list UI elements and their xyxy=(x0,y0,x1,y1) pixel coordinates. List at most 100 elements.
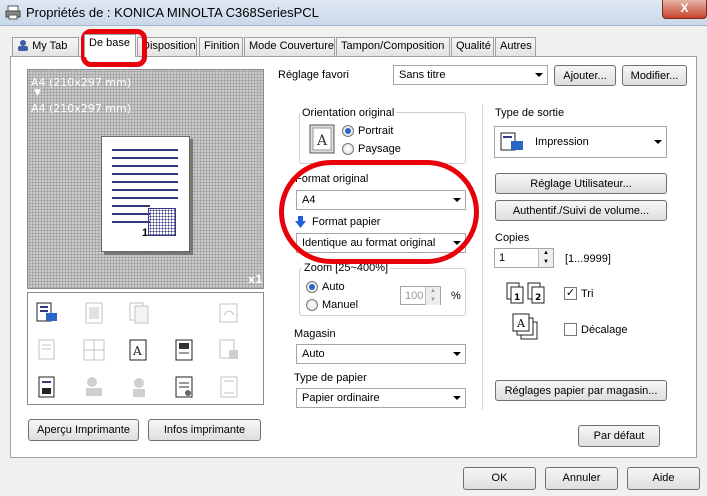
account-track-icon[interactable] xyxy=(128,375,150,399)
tab-label: Tampon/Composition xyxy=(341,40,445,52)
tab-finition[interactable]: Finition xyxy=(199,37,243,56)
preview-arrow: ▼ xyxy=(34,88,41,98)
original-format-label: Format original xyxy=(295,173,369,185)
default-button[interactable]: Par défaut xyxy=(578,425,660,447)
paper-type-label: Type de papier xyxy=(294,372,367,384)
zoom-auto-label: Auto xyxy=(322,281,345,293)
user-settings-button[interactable]: Réglage Utilisateur... xyxy=(495,173,667,194)
cancel-button[interactable]: Annuler xyxy=(545,467,618,490)
offset-label: Décalage xyxy=(581,324,628,336)
paper-format-select[interactable]: Identique au format original xyxy=(296,233,466,253)
paper-type-value: Papier ordinaire xyxy=(302,392,380,404)
edit-favorite-button[interactable]: Modifier... xyxy=(622,65,687,86)
favorite-select[interactable]: Sans titre xyxy=(393,65,548,85)
tab-label: My Tab xyxy=(32,40,68,52)
collate-label: Tri xyxy=(581,288,594,300)
printer-info-button[interactable]: Infos imprimante xyxy=(148,419,261,441)
output-type-value: Impression xyxy=(535,136,589,148)
user-icon xyxy=(18,40,28,51)
divider xyxy=(482,104,483,410)
window-title: Propriétés de : KONICA MINOLTA C368Serie… xyxy=(26,5,319,20)
n-up-icon[interactable] xyxy=(83,338,105,362)
chevron-down-icon xyxy=(453,241,461,245)
svg-text:2: 2 xyxy=(535,293,541,303)
preview-page: 1 xyxy=(101,136,190,252)
user-auth-icon[interactable] xyxy=(83,375,105,399)
function-icon-grid: A xyxy=(27,292,264,405)
print-output-icon[interactable] xyxy=(36,301,58,325)
ok-button[interactable]: OK xyxy=(463,467,536,490)
favorite-value: Sans titre xyxy=(399,69,446,81)
tab-label: Autres xyxy=(500,40,532,52)
zoom-unit: % xyxy=(451,290,461,302)
offset-checkbox[interactable] xyxy=(564,323,577,336)
booklet-icon[interactable] xyxy=(83,301,105,325)
rotate-page-icon[interactable] xyxy=(218,301,240,325)
output-type-label: Type de sortie xyxy=(495,107,565,119)
header-footer-icon[interactable] xyxy=(218,375,240,399)
tab-qualite[interactable]: Qualité xyxy=(451,37,494,56)
original-format-value: A4 xyxy=(302,194,316,206)
tab-autres[interactable]: Autres xyxy=(495,37,536,56)
svg-text:A: A xyxy=(516,317,526,330)
font-replace-icon[interactable]: A xyxy=(128,338,150,362)
zoom-auto-radio[interactable] xyxy=(306,281,318,293)
duplex-icon[interactable] xyxy=(128,301,150,325)
original-format-select[interactable]: A4 xyxy=(296,190,466,210)
zoom-value-stepper[interactable]: 100 ▲ ▼ xyxy=(400,286,441,305)
zoom-label: Zoom [25~400%] xyxy=(302,262,391,274)
tab-label: Qualité xyxy=(456,40,491,52)
zoom-value: 100 xyxy=(405,290,424,302)
add-favorite-button[interactable]: Ajouter... xyxy=(554,65,616,86)
preview-page-number: 1 xyxy=(142,227,149,239)
copies-value: 1 xyxy=(499,252,506,264)
preview-image-block xyxy=(148,208,176,236)
printer-preview-button[interactable]: Aperçu Imprimante xyxy=(28,419,139,441)
portrait-radio[interactable] xyxy=(342,125,354,137)
orientation-label: Orientation original xyxy=(300,107,397,119)
tab-label: De base xyxy=(89,37,130,49)
favorite-label: Réglage favori xyxy=(278,69,349,81)
tray-select[interactable]: Auto xyxy=(296,344,466,364)
chevron-down-icon xyxy=(453,396,461,400)
spin-down-icon[interactable]: ▼ xyxy=(538,258,553,267)
watermark-icon[interactable] xyxy=(173,375,195,399)
chevron-down-icon xyxy=(535,73,543,77)
preview-paper-size: A4 (210x297 mm) xyxy=(31,102,132,115)
svg-text:A: A xyxy=(316,133,328,149)
document-stack-icon[interactable] xyxy=(36,338,58,362)
spin-up-icon[interactable]: ▲ xyxy=(538,249,553,258)
output-type-select[interactable]: Impression xyxy=(494,126,667,158)
overlay-icon[interactable] xyxy=(173,338,195,362)
tab-tampon-composition[interactable]: Tampon/Composition xyxy=(336,37,450,56)
svg-text:A: A xyxy=(132,344,142,358)
tab-label: Mode Couverture xyxy=(249,40,334,52)
chevron-down-icon xyxy=(453,352,461,356)
tab-de-base[interactable]: De base xyxy=(84,34,136,57)
chevron-down-icon xyxy=(453,198,461,202)
spin-down-icon[interactable]: ▼ xyxy=(425,296,440,305)
zoom-manual-label: Manuel xyxy=(322,299,359,311)
copies-range: [1...9999] xyxy=(565,253,611,265)
paper-format-label: Format papier xyxy=(312,216,381,228)
paper-type-select[interactable]: Papier ordinaire xyxy=(296,388,466,408)
help-button[interactable]: Aide xyxy=(627,467,700,490)
print-output-icon xyxy=(500,132,523,151)
collate-checkbox[interactable]: ✓ xyxy=(564,287,577,300)
tray-value: Auto xyxy=(302,348,325,360)
tab-label: Finition xyxy=(204,40,240,52)
auth-tracking-button[interactable]: Authentif./Suivi de volume... xyxy=(495,200,667,221)
zoom-manual-radio[interactable] xyxy=(306,299,318,311)
tab-mode-couverture[interactable]: Mode Couverture xyxy=(244,37,335,56)
tab-disposition[interactable]: Disposition xyxy=(137,37,197,56)
secure-print-icon[interactable] xyxy=(218,338,240,362)
tab-my-tab[interactable]: My Tab xyxy=(12,37,79,56)
document-settings-icon[interactable] xyxy=(36,375,58,399)
paper-by-tray-button[interactable]: Réglages papier par magasin... xyxy=(495,380,667,401)
preview-original-size: A4 (210x297 mm) xyxy=(31,76,132,89)
spin-up-icon[interactable]: ▲ xyxy=(425,287,440,296)
print-preview: A4 (210x297 mm) ▼ A4 (210x297 mm) 1 x1 xyxy=(27,69,264,289)
copies-stepper[interactable]: 1 ▲ ▼ xyxy=(494,248,554,268)
landscape-radio[interactable] xyxy=(342,143,354,155)
close-button[interactable]: X xyxy=(662,0,707,19)
